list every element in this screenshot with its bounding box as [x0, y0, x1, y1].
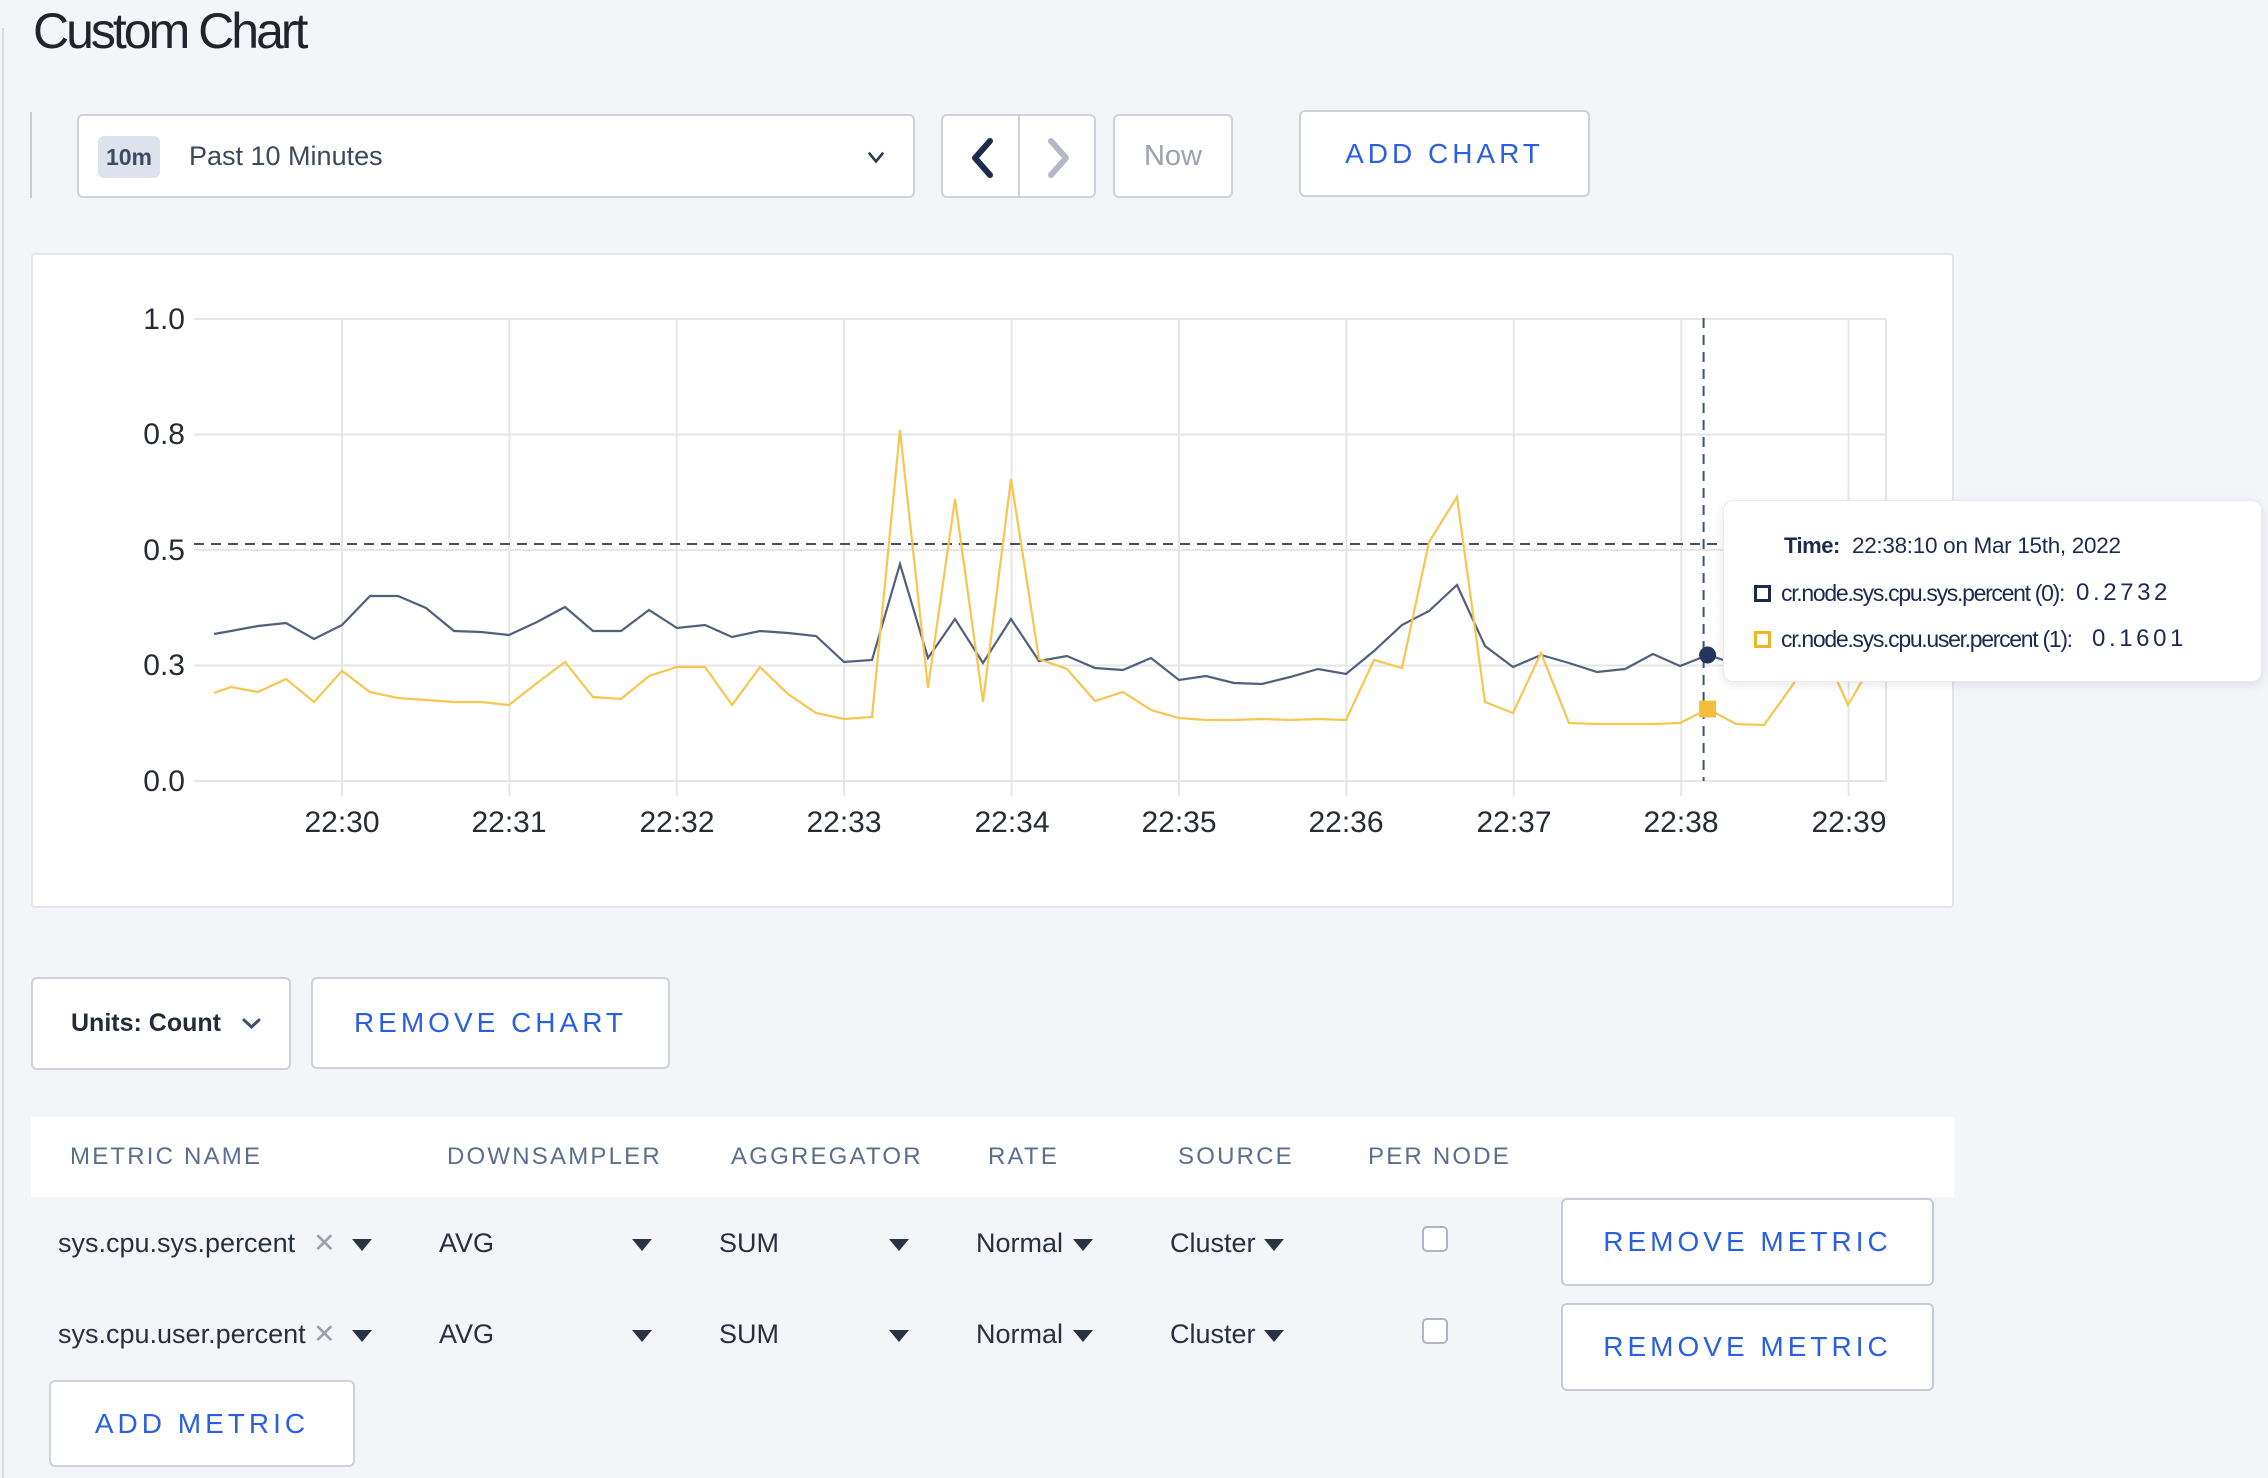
svg-text:0.5: 0.5: [143, 534, 185, 567]
svg-text:0.0: 0.0: [143, 765, 185, 798]
svg-text:0.3: 0.3: [143, 649, 185, 682]
svg-text:22:35: 22:35: [1141, 806, 1216, 839]
svg-text:1.0: 1.0: [143, 303, 185, 336]
svg-text:22:33: 22:33: [806, 806, 881, 839]
svg-text:22:36: 22:36: [1308, 806, 1383, 839]
svg-text:0.8: 0.8: [143, 418, 185, 451]
svg-text:22:34: 22:34: [974, 806, 1049, 839]
svg-text:22:32: 22:32: [639, 806, 714, 839]
svg-text:22:38: 22:38: [1643, 806, 1718, 839]
svg-text:22:37: 22:37: [1476, 806, 1551, 839]
svg-text:22:39: 22:39: [1811, 806, 1886, 839]
svg-text:22:31: 22:31: [471, 806, 546, 839]
svg-text:22:30: 22:30: [304, 806, 379, 839]
